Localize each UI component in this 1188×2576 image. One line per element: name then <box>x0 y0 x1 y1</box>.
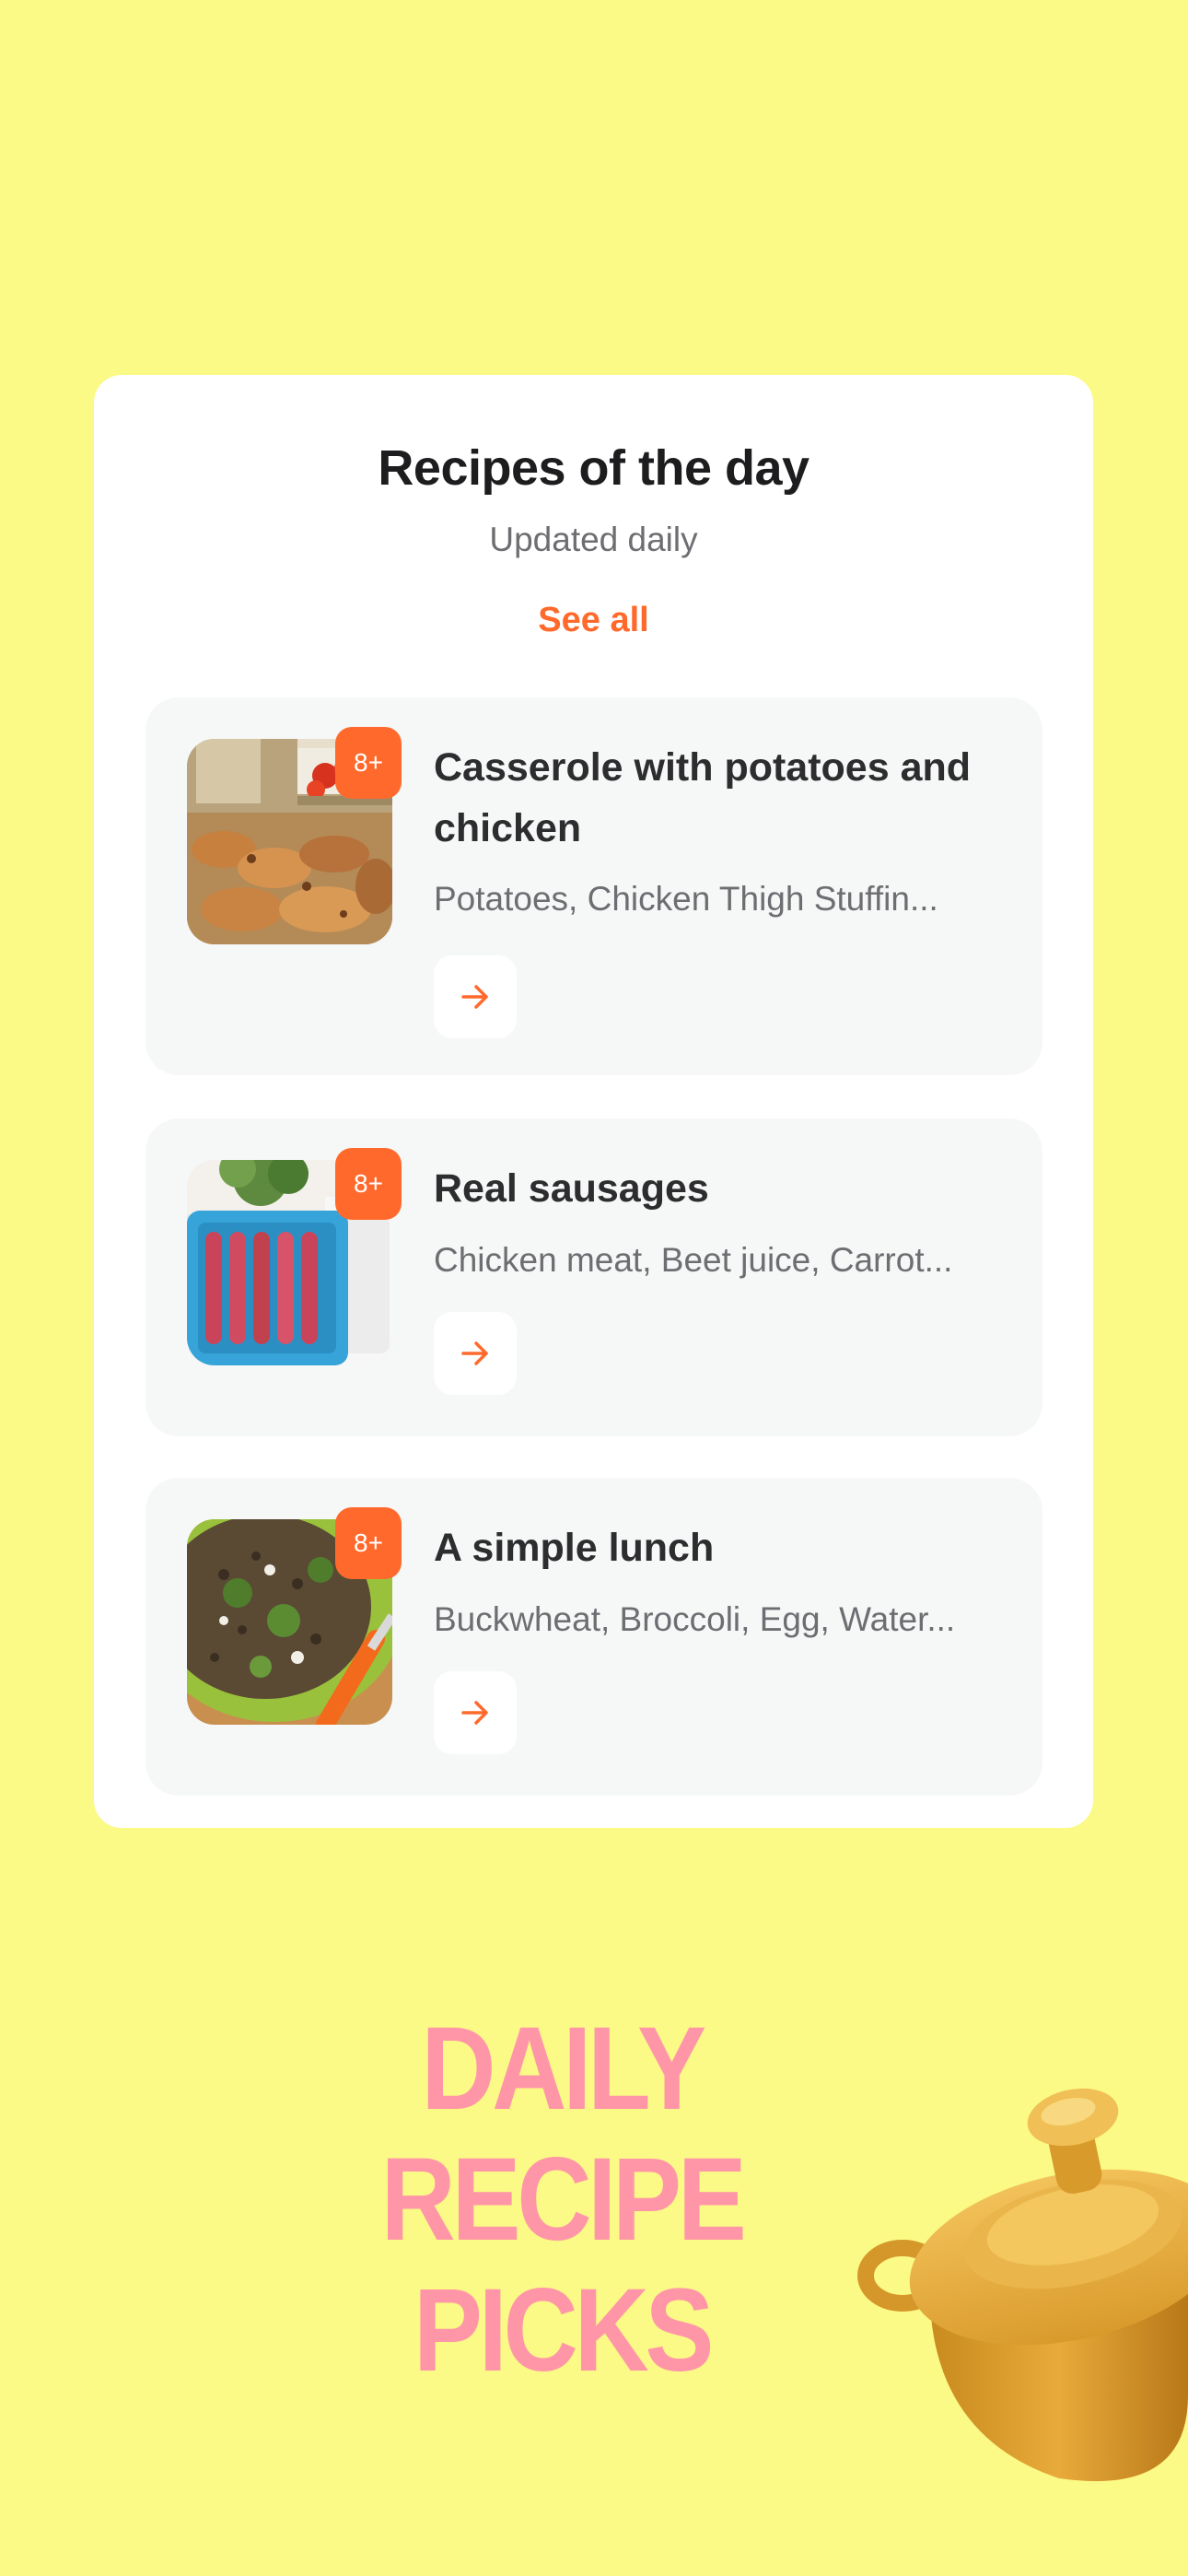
recipe-item-sausages[interactable]: 8+ Real sausages Chicken meat, Beet juic… <box>146 1118 1042 1436</box>
promo-line-3: PICKS <box>413 2265 715 2396</box>
age-badge: 8+ <box>335 727 402 799</box>
recipe-item-simple-lunch[interactable]: 8+ A simple lunch Buckwheat, Broccoli, E… <box>146 1478 1042 1796</box>
arrow-right-icon <box>461 1341 488 1365</box>
cooking-pot-illustration <box>847 2045 1188 2497</box>
card-title: Recipes of the day <box>378 440 809 496</box>
recipe-title: Casserole with potatoes and chicken <box>434 745 972 850</box>
recipe-item-casserole[interactable]: 8+ Casserole with potatoes and chicken P… <box>146 697 1042 1075</box>
see-all-link[interactable]: See all <box>538 601 648 640</box>
promo-headline: DAILY RECIPE PICKS <box>319 2004 805 2396</box>
recipe-ingredients: Buckwheat, Broccoli, Egg, Water... <box>434 1600 956 1638</box>
recipes-of-the-day-card: Recipes of the day Updated daily See all <box>94 375 1093 1828</box>
card-subtitle: Updated daily <box>489 521 698 558</box>
recipe-title: Real sausages <box>434 1166 709 1211</box>
recipe-title: A simple lunch <box>434 1526 715 1570</box>
promo-line-1: DAILY <box>421 2003 706 2135</box>
arrow-right-icon <box>461 985 488 1009</box>
promo-line-2: RECIPE <box>380 2134 747 2266</box>
open-recipe-button[interactable] <box>434 1671 517 1754</box>
recipe-ingredients: Potatoes, Chicken Thigh Stuffin... <box>434 880 938 918</box>
recipe-ingredients: Chicken meat, Beet juice, Carrot... <box>434 1241 953 1279</box>
open-recipe-button[interactable] <box>434 955 517 1038</box>
open-recipe-button[interactable] <box>434 1312 517 1395</box>
arrow-right-icon <box>461 1701 488 1725</box>
age-badge: 8+ <box>335 1507 402 1579</box>
age-badge: 8+ <box>335 1148 402 1220</box>
